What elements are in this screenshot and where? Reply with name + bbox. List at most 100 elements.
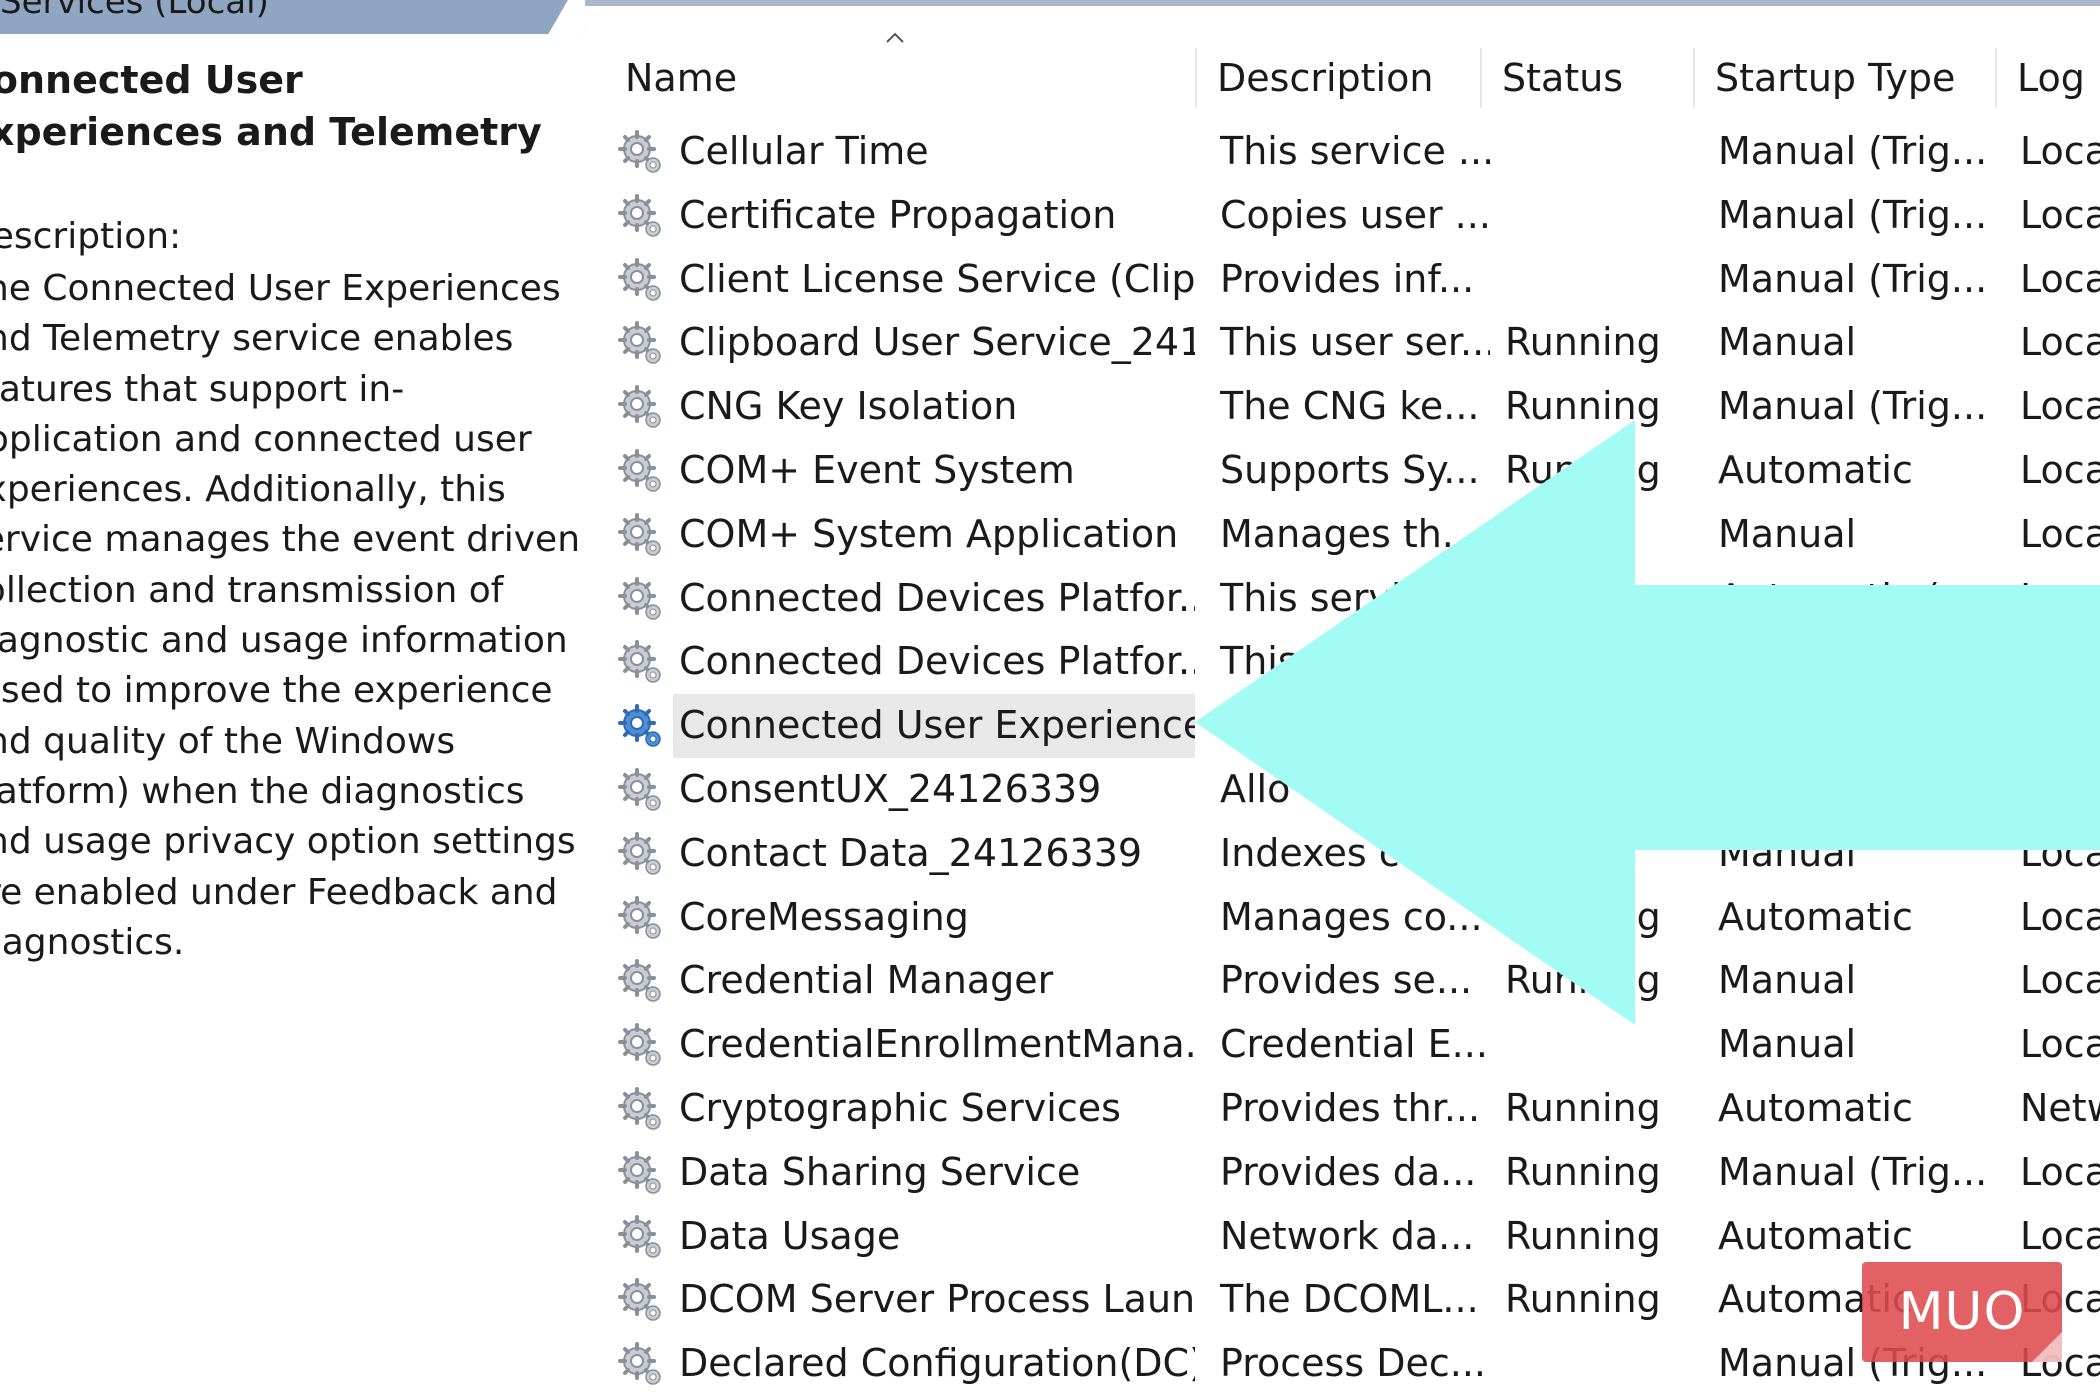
service-description-cell: The DCOML... <box>1220 1277 1479 1322</box>
gear-service-icon <box>618 257 661 301</box>
service-log-on-as-cell: Loca <box>2020 192 2100 237</box>
service-description-cell: Supports Sy... <box>1220 447 1480 492</box>
service-log-on-as-cell: Loca <box>2020 894 2100 939</box>
service-name: Cellular Time <box>679 129 929 173</box>
service-name-cell[interactable]: CoreMessaging <box>605 886 1195 950</box>
service-name: Clipboard User Service_2412... <box>679 320 1195 365</box>
table-row[interactable]: Connected Devices Platfor... This <box>595 630 2100 694</box>
service-name-cell[interactable]: Connected Devices Platfor... <box>605 567 1195 631</box>
service-log-on-as-cell: Loca <box>2020 830 2100 875</box>
column-header-name[interactable]: Name <box>605 48 1207 108</box>
service-log-on-as-cell: Loca <box>2020 1149 2100 1194</box>
table-row[interactable]: Certificate Propagation Copies user ... Ma… <box>595 184 2100 248</box>
service-startup-type-cell: Manual <box>1718 1022 1857 1067</box>
table-row[interactable]: Cellular Time This service ... Manual (Tri… <box>595 120 2100 184</box>
service-status-cell: Running <box>1505 958 1661 1003</box>
gear-service-icon <box>618 576 661 620</box>
service-status-cell: Running <box>1505 1149 1661 1194</box>
service-name: Connected Devices Platfor... <box>679 575 1195 620</box>
service-log-on-as-cell <box>2020 694 2100 758</box>
description-text: The Connected User Experiences and Telem… <box>0 268 580 963</box>
service-name-cell[interactable]: Declared Configuration(DC)... <box>605 1332 1195 1396</box>
table-row[interactable]: Data Sharing Service Provides da... Runnin… <box>595 1141 2100 1205</box>
service-status-cell <box>1505 567 1695 631</box>
service-name: CoreMessaging <box>679 894 969 939</box>
service-log-on-as-cell <box>2020 630 2100 694</box>
service-description-cell: Allo <box>1220 766 1291 811</box>
service-name-cell[interactable]: CNG Key Isolation <box>605 375 1195 439</box>
table-row[interactable]: CoreMessaging Manages co... Running Automat… <box>595 886 2100 950</box>
service-startup-type-cell: Automatic <box>1718 894 1913 939</box>
gear-service-icon <box>618 1086 661 1130</box>
description-label: Description: <box>0 216 182 257</box>
service-name-cell[interactable]: Connected User Experience... <box>605 694 1195 758</box>
table-row-selected[interactable]: Connected User Experience... <box>595 694 2100 758</box>
column-header-log-on-as[interactable]: Log <box>1995 48 2100 108</box>
service-log-on-as-cell: Loca <box>2020 575 2100 620</box>
service-description-cell: Indexes c <box>1220 830 1400 875</box>
table-row[interactable]: Clipboard User Service_2412... This user … <box>595 311 2100 375</box>
service-log-on-as-cell: Netw <box>2020 1085 2100 1130</box>
service-name-cell[interactable]: Connected Devices Platfor... <box>605 630 1195 694</box>
muo-watermark: MUO <box>1862 1262 2062 1362</box>
gear-service-icon <box>618 1342 661 1385</box>
service-name-cell[interactable]: CredentialEnrollmentMana... <box>605 1013 1195 1077</box>
service-status-cell <box>1505 1013 1695 1077</box>
service-description-cell: Manages th... <box>1220 511 1479 556</box>
gear-service-icon <box>618 1214 661 1258</box>
services-window: Services (Local) Connected User Experien… <box>0 0 2100 1400</box>
gear-service-icon <box>618 640 661 684</box>
description-panel: Connected User Experiences and Telemetry… <box>0 34 580 1400</box>
service-name-cell[interactable]: Data Sharing Service <box>605 1141 1195 1205</box>
service-name: ConsentUX_24126339 <box>679 766 1102 811</box>
column-header-status[interactable]: Status <box>1480 48 1690 108</box>
column-header-row: Name Description Status Startup Type Log <box>595 28 2100 124</box>
service-name-cell[interactable]: ConsentUX_24126339 <box>605 758 1195 822</box>
service-log-on-as-cell: Loca <box>2020 511 2100 556</box>
service-name-cell[interactable]: COM+ System Application <box>605 503 1195 567</box>
service-description-cell <box>1220 694 1490 758</box>
table-row[interactable]: ConsentUX_24126339 Allo <box>595 758 2100 822</box>
service-startup-type-cell: Automatic <box>1718 447 1913 492</box>
table-row[interactable]: COM+ Event System Supports Sy... Running Au… <box>595 439 2100 503</box>
service-name-cell[interactable]: Data Usage <box>605 1205 1195 1269</box>
service-startup-type-cell: Manual <box>1718 320 1857 365</box>
service-log-on-as-cell: Loca <box>2020 447 2100 492</box>
column-header-description[interactable]: Description <box>1195 48 1433 108</box>
service-name-cell[interactable]: DCOM Server Process Laun... <box>605 1268 1195 1332</box>
table-row[interactable]: Data Usage Network da... Running Automatic L… <box>595 1205 2100 1269</box>
table-row[interactable]: COM+ System Application Manages th... Manu… <box>595 503 2100 567</box>
service-description-cell: Copies user ... <box>1220 192 1490 237</box>
service-startup-type-cell: Manual (Trig... <box>1718 1149 1988 1194</box>
service-status-cell <box>1505 694 1695 758</box>
service-startup-type-cell: Manual <box>1718 511 1857 556</box>
service-status-cell <box>1505 184 1695 248</box>
service-name-cell[interactable]: Certificate Propagation <box>605 184 1195 248</box>
service-description-cell: Network da... <box>1220 1213 1475 1258</box>
table-row[interactable]: CredentialEnrollmentMana... Credential E.… <box>595 1013 2100 1077</box>
table-row[interactable]: Credential Manager Provides se... Running M… <box>595 949 2100 1013</box>
service-name-cell[interactable]: COM+ Event System <box>605 439 1195 503</box>
table-row[interactable]: Cryptographic Services Provides thr... Run… <box>595 1077 2100 1141</box>
service-name-cell[interactable]: Cryptographic Services <box>605 1077 1195 1141</box>
gear-service-icon <box>618 767 661 811</box>
service-startup-type-cell <box>1718 758 1998 822</box>
table-row[interactable]: Connected Devices Platfor... This servi Au… <box>595 567 2100 631</box>
service-name-cell[interactable]: Client License Service (ClipS... <box>605 248 1195 312</box>
table-row[interactable]: Client License Service (ClipS... Provides… <box>595 248 2100 312</box>
service-log-on-as-cell: Loca <box>2020 256 2100 301</box>
service-description-cell: This service ... <box>1220 129 1490 173</box>
service-log-on-as-cell <box>2020 758 2100 822</box>
gear-service-icon <box>618 130 661 173</box>
table-row[interactable]: Contact Data_24126339 Indexes c Manual Loca <box>595 822 2100 886</box>
column-header-startup-type[interactable]: Startup Type <box>1693 48 1993 108</box>
table-row[interactable]: CNG Key Isolation The CNG ke... Running Man… <box>595 375 2100 439</box>
services-local-tab[interactable]: Services (Local) <box>0 0 585 34</box>
service-name-cell[interactable]: Contact Data_24126339 <box>605 822 1195 886</box>
service-name-cell[interactable]: Credential Manager <box>605 949 1195 1013</box>
service-startup-type-cell: Manual (Trig... <box>1718 384 1988 429</box>
service-name-cell[interactable]: Cellular Time <box>605 120 1195 184</box>
services-list[interactable]: Name Description Status Startup Type Log <box>595 28 2100 1400</box>
service-startup-type-cell: Manual (Trig... <box>1718 129 1988 173</box>
service-name-cell[interactable]: Clipboard User Service_2412... <box>605 311 1195 375</box>
